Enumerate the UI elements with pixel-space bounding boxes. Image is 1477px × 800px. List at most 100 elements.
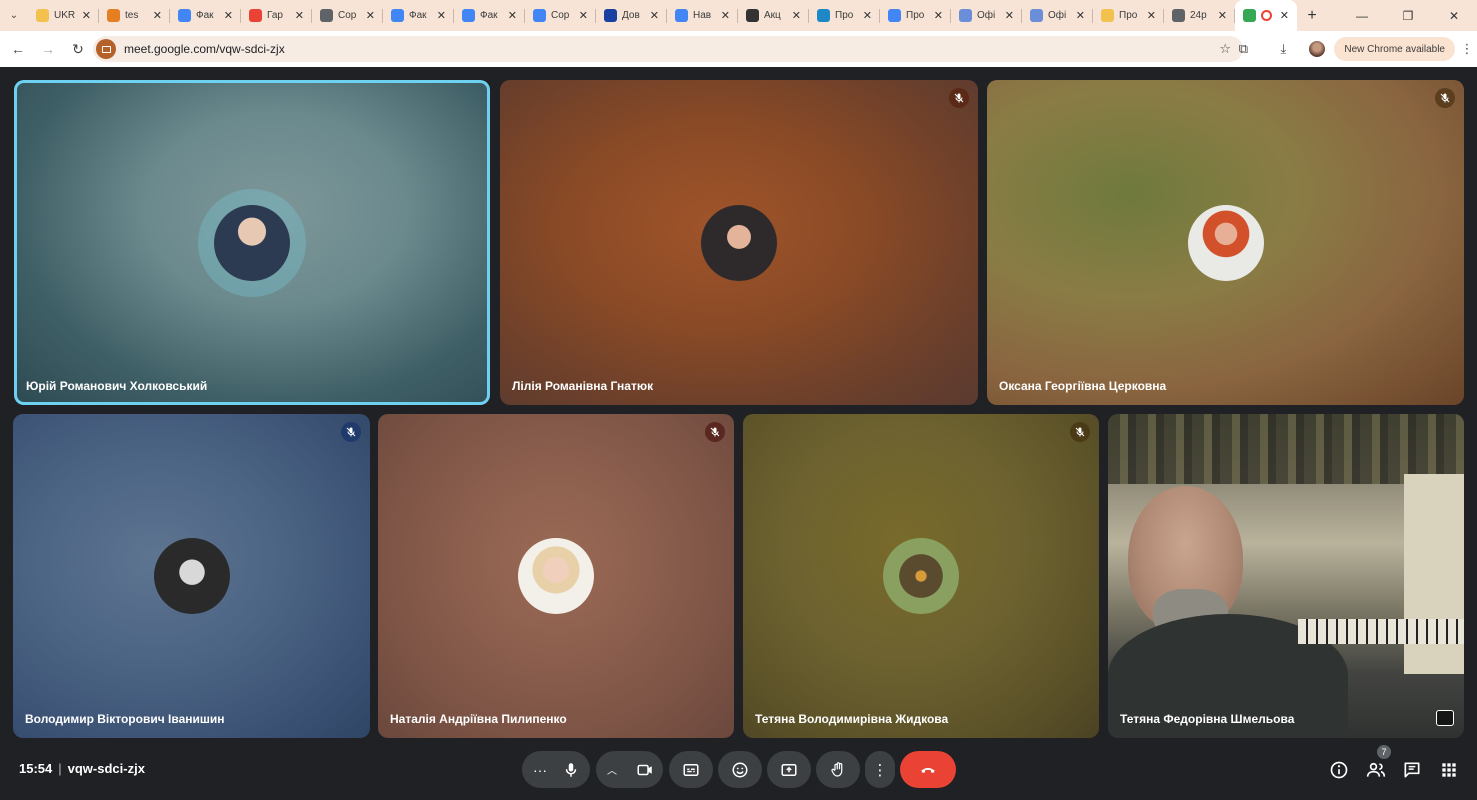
close-tab-icon[interactable]: ✕ bbox=[295, 9, 304, 22]
mic-off-icon bbox=[1435, 88, 1455, 108]
picture-in-picture-icon[interactable] bbox=[1436, 710, 1454, 726]
restore-icon[interactable]: ❐ bbox=[1385, 0, 1431, 31]
participant-tile[interactable]: Оксана Георгіївна Церковна bbox=[987, 80, 1464, 405]
camera-options-button[interactable]: ︿ bbox=[596, 751, 628, 788]
captions-button[interactable] bbox=[669, 751, 713, 788]
browser-tab[interactable]: Дов ✕ bbox=[596, 0, 667, 31]
close-tab-icon[interactable]: ✕ bbox=[721, 9, 730, 22]
raise-hand-button[interactable] bbox=[816, 751, 860, 788]
close-tab-icon[interactable]: ✕ bbox=[650, 9, 659, 22]
close-tab-icon[interactable]: ✕ bbox=[153, 9, 162, 22]
participant-count-badge: 7 bbox=[1377, 745, 1391, 759]
tab-favicon-icon bbox=[533, 9, 546, 22]
browser-tab[interactable]: tes ✕ bbox=[99, 0, 170, 31]
reload-button[interactable]: ↻ bbox=[64, 35, 92, 63]
browser-tab[interactable]: UKR ✕ bbox=[28, 0, 99, 31]
browser-tab[interactable]: Офі ✕ bbox=[1022, 0, 1093, 31]
people-button[interactable] bbox=[1364, 758, 1388, 782]
browser-tab[interactable]: Фак ✕ bbox=[170, 0, 241, 31]
participant-tile[interactable]: Наталія Андріївна Пилипенко bbox=[378, 414, 734, 738]
profile-avatar[interactable] bbox=[1300, 31, 1334, 67]
avatar bbox=[214, 204, 290, 281]
close-tab-icon[interactable]: ✕ bbox=[508, 9, 517, 22]
close-tab-icon[interactable]: ✕ bbox=[1280, 9, 1289, 22]
close-tab-icon[interactable]: ✕ bbox=[437, 9, 446, 22]
microphone-button[interactable] bbox=[552, 751, 590, 788]
browser-toolbar: ← → ↻ meet.google.com/vqw-sdci-zjx ☆ ⧉ ⤓… bbox=[0, 31, 1477, 67]
tab-favicon-icon bbox=[391, 9, 404, 22]
browser-tab[interactable]: Сор ✕ bbox=[525, 0, 596, 31]
browser-tab[interactable]: Офі ✕ bbox=[951, 0, 1022, 31]
browser-tab[interactable]: Гар ✕ bbox=[241, 0, 312, 31]
close-tab-icon[interactable]: ✕ bbox=[1218, 9, 1227, 22]
leave-call-button[interactable] bbox=[900, 751, 956, 788]
toolbar-right: ⧉ ⤓ New Chrome available ⋮ bbox=[1226, 31, 1477, 67]
tab-title: Фак bbox=[196, 10, 214, 21]
window-light bbox=[1404, 474, 1464, 674]
close-tab-icon[interactable]: ✕ bbox=[792, 9, 801, 22]
info-icon bbox=[1330, 761, 1348, 779]
close-tab-icon[interactable]: ✕ bbox=[1147, 9, 1156, 22]
close-tab-icon[interactable]: ✕ bbox=[82, 9, 91, 22]
emoji-icon bbox=[732, 762, 748, 777]
forward-button[interactable]: → bbox=[34, 35, 62, 63]
camera-icon bbox=[637, 764, 652, 775]
emoji-button[interactable] bbox=[718, 751, 762, 788]
mic-off-icon bbox=[341, 422, 361, 442]
browser-tab[interactable]: 24р ✕ bbox=[1164, 0, 1235, 31]
chrome-menu-icon[interactable]: ⋮ bbox=[1457, 41, 1477, 57]
participant-tile[interactable]: Тетяна Володимирівна Жидкова bbox=[743, 414, 1099, 738]
tab-favicon-icon bbox=[817, 9, 830, 22]
tab-title: Фак bbox=[409, 10, 427, 21]
new-tab-button[interactable]: + bbox=[1297, 7, 1327, 25]
close-tab-icon[interactable]: ✕ bbox=[863, 9, 872, 22]
extensions-icon[interactable]: ⧉ bbox=[1226, 31, 1260, 67]
participant-tile[interactable]: Юрій Романович Холковський bbox=[14, 80, 490, 405]
minimize-icon[interactable]: — bbox=[1339, 0, 1385, 31]
site-info-icon[interactable] bbox=[96, 39, 116, 59]
tab-title: Сор bbox=[551, 10, 570, 21]
tab-title: Про bbox=[835, 10, 854, 21]
chat-button[interactable] bbox=[1400, 758, 1424, 782]
browser-tab[interactable]: Про ✕ bbox=[1093, 0, 1164, 31]
close-tab-icon[interactable]: ✕ bbox=[366, 9, 375, 22]
recording-icon bbox=[1261, 10, 1272, 21]
camera-button[interactable] bbox=[626, 751, 663, 788]
url-text[interactable]: meet.google.com/vqw-sdci-zjx bbox=[124, 42, 285, 56]
meeting-details-button[interactable] bbox=[1327, 758, 1351, 782]
present-screen-button[interactable] bbox=[767, 751, 811, 788]
vertical-dots-icon: ⋮ bbox=[872, 761, 888, 779]
avatar bbox=[153, 538, 230, 614]
close-tab-icon[interactable]: ✕ bbox=[1005, 9, 1014, 22]
browser-tab[interactable]: Фак ✕ bbox=[383, 0, 454, 31]
browser-tab[interactable]: Про ✕ bbox=[809, 0, 880, 31]
browser-tab[interactable]: Про ✕ bbox=[880, 0, 951, 31]
participant-name: Тетяна Федорівна Шмельова bbox=[1120, 712, 1295, 726]
browser-tab[interactable]: Акц ✕ bbox=[738, 0, 809, 31]
participant-tile[interactable]: Володимир Вікторович Іванишин bbox=[13, 414, 370, 738]
update-chrome-button[interactable]: New Chrome available bbox=[1334, 37, 1455, 61]
meeting-code: vqw-sdci-zjx bbox=[67, 761, 145, 776]
downloads-icon[interactable]: ⤓ bbox=[1266, 31, 1300, 67]
participant-tile[interactable]: Лілія Романівна Гнатюк bbox=[500, 80, 978, 405]
browser-tab[interactable]: Сор ✕ bbox=[312, 0, 383, 31]
browser-tab[interactable]: Фак ✕ bbox=[454, 0, 525, 31]
tab-google-meet[interactable]: ✕ bbox=[1235, 0, 1297, 31]
video-feed bbox=[1108, 414, 1464, 738]
captions-icon bbox=[683, 763, 699, 776]
more-options-button[interactable]: ⋮ bbox=[865, 751, 895, 788]
activities-button[interactable] bbox=[1437, 758, 1461, 782]
browser-tab[interactable]: Нав ✕ bbox=[667, 0, 738, 31]
tab-search-button[interactable]: ⌄ bbox=[0, 0, 28, 31]
address-bar[interactable]: meet.google.com/vqw-sdci-zjx ☆ bbox=[93, 36, 1243, 62]
tab-title: Офі bbox=[977, 10, 996, 21]
close-window-icon[interactable]: ✕ bbox=[1431, 0, 1477, 31]
participant-tile[interactable]: Тетяна Федорівна Шмельова bbox=[1108, 414, 1464, 738]
back-button[interactable]: ← bbox=[4, 35, 32, 63]
close-tab-icon[interactable]: ✕ bbox=[224, 9, 233, 22]
close-tab-icon[interactable]: ✕ bbox=[579, 9, 588, 22]
chevron-up-icon: ︿ bbox=[607, 766, 617, 777]
close-tab-icon[interactable]: ✕ bbox=[934, 9, 943, 22]
avatar bbox=[1187, 204, 1264, 281]
close-tab-icon[interactable]: ✕ bbox=[1076, 9, 1085, 22]
